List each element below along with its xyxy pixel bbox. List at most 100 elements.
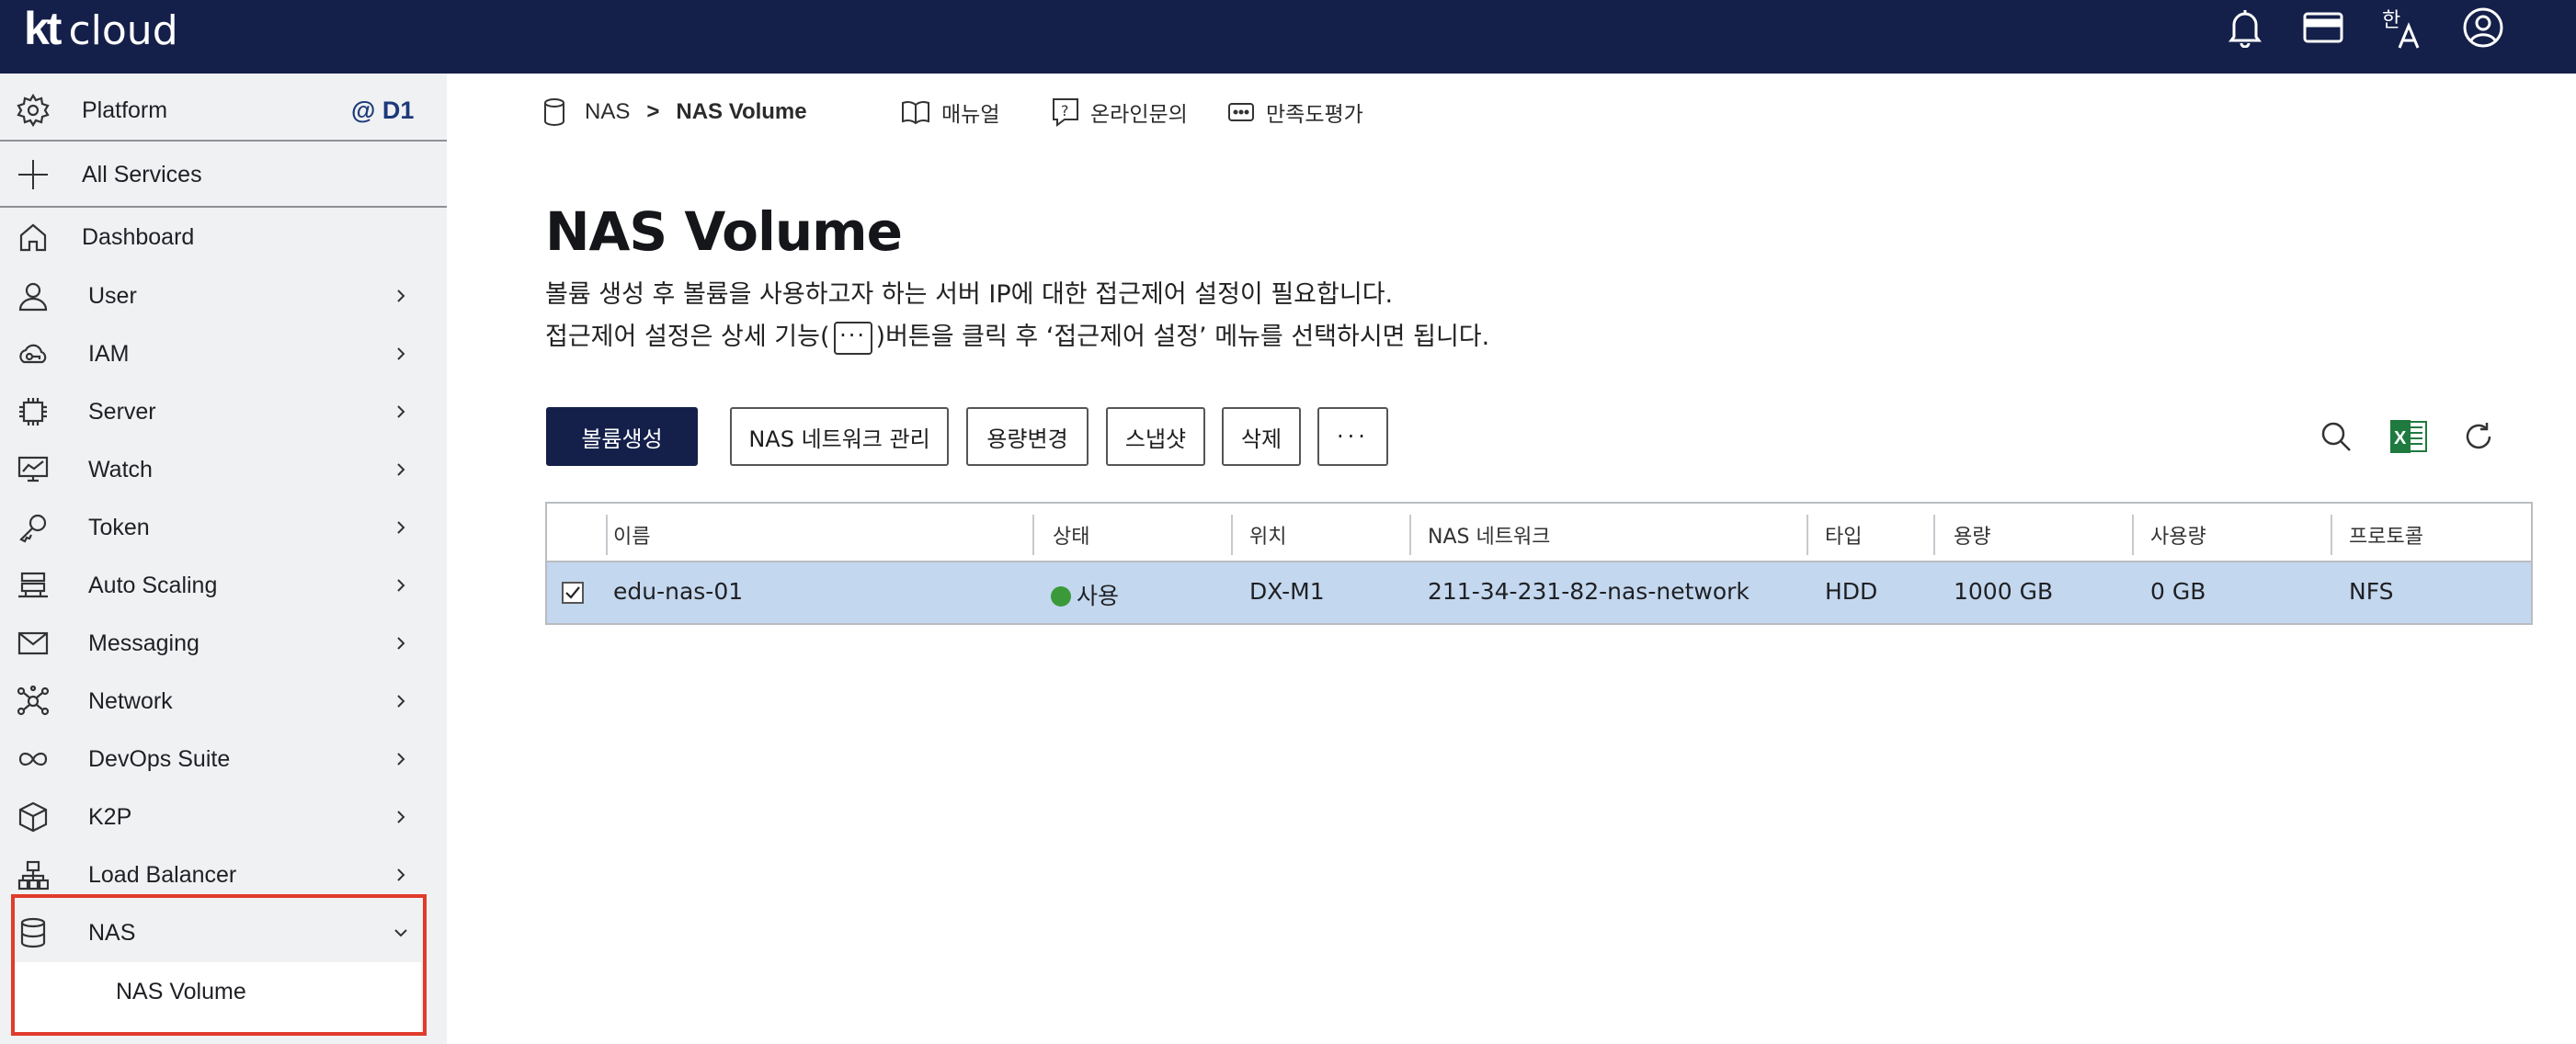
sidebar-item-label: Network [88, 687, 173, 714]
sidebar-item-network[interactable]: Network [0, 675, 447, 727]
cell-name[interactable]: edu-nas-01 [613, 578, 743, 605]
sidebar-divider [0, 140, 447, 142]
sidebar-item-iam[interactable]: IAM [0, 328, 447, 380]
highlight-box [11, 894, 427, 1036]
chevron-right-icon [390, 632, 412, 654]
chevron-right-icon [390, 864, 412, 886]
svg-text:X: X [2394, 428, 2407, 448]
column-separator [1933, 515, 1935, 555]
snapshot-button[interactable]: 스냅샷 [1106, 407, 1205, 466]
chip-icon [15, 393, 51, 430]
question-chat-icon: ? [1052, 97, 1090, 127]
cell-location: DX-M1 [1249, 578, 1325, 605]
chevron-right-icon [390, 285, 412, 307]
page-description-line-2: 접근제어 설정은 상세 기능(···)버튼을 클릭 후 ‘접근제어 설정’ 메뉴… [545, 316, 1489, 355]
sidebar-item-load-balancer[interactable]: Load Balancer [0, 849, 447, 901]
search-icon[interactable] [2312, 413, 2360, 460]
envelope-icon [15, 625, 51, 662]
region-badge[interactable]: @ D1 [351, 96, 414, 125]
sidebar-item-label: Token [88, 514, 150, 540]
sidebar-all-services[interactable]: All Services [0, 149, 447, 200]
chevron-right-icon [390, 459, 412, 481]
plus-icon [15, 156, 51, 193]
sidebar-item-server[interactable]: Server [0, 386, 447, 437]
book-icon [901, 99, 941, 125]
column-separator [1032, 515, 1034, 555]
column-separator [2132, 515, 2134, 555]
cloud-key-icon [15, 335, 51, 372]
cell-usage: 0 GB [2150, 578, 2206, 605]
column-separator [2331, 515, 2332, 555]
manual-link[interactable]: 매뉴얼 [901, 94, 999, 130]
chevron-right-icon [390, 690, 412, 712]
delete-button[interactable]: 삭제 [1222, 407, 1301, 466]
satisfaction-survey-link[interactable]: 만족도평가 [1227, 94, 1363, 130]
chevron-right-icon [390, 516, 412, 539]
user-account-icon[interactable] [2461, 6, 2505, 50]
sidebar-item-watch[interactable]: Watch [0, 444, 447, 495]
nas-network-manage-button[interactable]: NAS 네트워크 관리 [730, 407, 949, 466]
database-icon [542, 97, 566, 127]
chevron-right-icon [390, 806, 412, 828]
satisfaction-survey-label: 만족도평가 [1266, 102, 1363, 126]
sidebar-item-auto-scaling[interactable]: Auto Scaling [0, 560, 447, 611]
chevron-right-icon [390, 401, 412, 423]
create-volume-button[interactable]: 볼륨생성 [546, 407, 698, 466]
gear-icon [15, 92, 51, 129]
language-icon[interactable]: 한 [2379, 6, 2423, 50]
sidebar-item-label: Messaging [88, 630, 199, 656]
column-header-type[interactable]: 타입 [1825, 520, 1862, 550]
sidebar-all-services-label: All Services [82, 161, 202, 187]
sidebar-divider [0, 206, 447, 208]
user-icon [15, 278, 51, 314]
description-text: 접근제어 설정은 상세 기능( [545, 323, 830, 351]
column-separator [1807, 515, 1808, 555]
server-stack-icon [15, 567, 51, 604]
column-header-protocol[interactable]: 프로토콜 [2349, 520, 2423, 550]
more-actions-button[interactable]: ··· [1317, 407, 1388, 466]
column-header-usage[interactable]: 사용량 [2150, 520, 2206, 550]
sidebar-item-devops-suite[interactable]: DevOps Suite [0, 733, 447, 785]
breadcrumb-root[interactable]: NAS [585, 99, 630, 125]
sidebar-item-user[interactable]: User [0, 270, 447, 322]
column-header-name[interactable]: 이름 [613, 520, 650, 550]
table-row[interactable]: edu-nas-01 사용 DX-M1 211-34-231-82-nas-ne… [547, 562, 2531, 623]
dots-chat-icon [1227, 101, 1266, 123]
svg-text:?: ? [1061, 102, 1069, 119]
chevron-right-icon [390, 574, 412, 596]
column-header-capacity[interactable]: 용량 [1954, 520, 1990, 550]
cell-nas-network: 211-34-231-82-nas-network [1428, 578, 1750, 605]
chevron-right-icon [390, 748, 412, 770]
sidebar-platform[interactable]: Platform @ D1 [0, 85, 447, 136]
resize-button[interactable]: 용량변경 [966, 407, 1089, 466]
column-separator [1409, 515, 1411, 555]
sidebar-item-k2p[interactable]: K2P [0, 791, 447, 843]
sidebar-item-dashboard[interactable]: Dashboard [0, 211, 447, 263]
column-header-location[interactable]: 위치 [1249, 520, 1286, 550]
sidebar-item-messaging[interactable]: Messaging [0, 618, 447, 669]
home-icon [15, 219, 51, 255]
page-title: NAS Volume [545, 200, 903, 263]
cell-capacity: 1000 GB [1954, 578, 2054, 605]
kt-cloud-logo[interactable]: kt cloud [24, 2, 178, 54]
refresh-icon[interactable] [2455, 413, 2502, 460]
column-separator [1231, 515, 1233, 555]
cube-icon [15, 799, 51, 835]
table-header: 이름 상태 위치 NAS 네트워크 타입 용량 사용량 프로토콜 [547, 504, 2531, 562]
breadcrumb-separator: > [646, 99, 660, 124]
cell-status: 사용 [1051, 578, 1119, 611]
top-navigation-bar: kt cloud 한 [0, 0, 2576, 74]
svg-text:한: 한 [2382, 9, 2400, 32]
sidebar-item-label: Auto Scaling [88, 572, 218, 598]
excel-icon[interactable]: X [2385, 413, 2433, 460]
load-balancer-icon [15, 857, 51, 893]
status-dot-icon [1051, 586, 1071, 607]
online-inquiry-link[interactable]: ? 온라인문의 [1052, 94, 1188, 130]
sidebar-item-token[interactable]: Token [0, 502, 447, 553]
bell-icon[interactable] [2223, 6, 2267, 50]
more-actions-inline-icon: ··· [833, 321, 872, 355]
column-header-nas-network[interactable]: NAS 네트워크 [1428, 520, 1550, 550]
row-checkbox[interactable] [562, 582, 584, 604]
credit-card-icon[interactable] [2301, 6, 2345, 50]
column-header-status[interactable]: 상태 [1053, 520, 1089, 550]
